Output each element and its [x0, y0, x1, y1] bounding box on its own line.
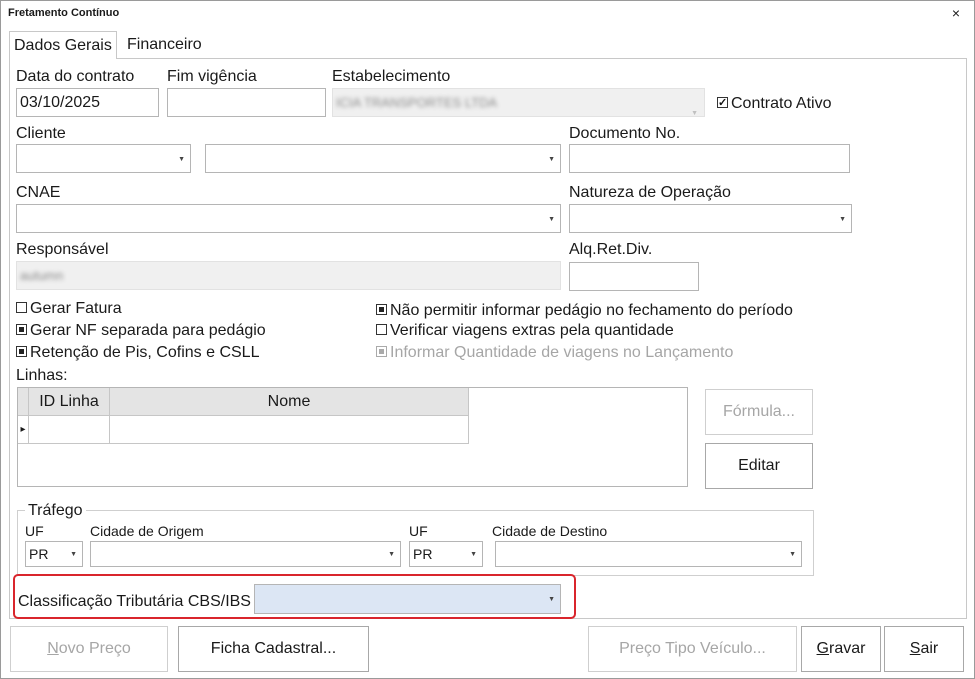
close-icon[interactable]: ×	[949, 5, 963, 21]
tab-financeiro[interactable]: Financeiro	[123, 31, 206, 59]
checkbox-unchecked-icon	[16, 302, 27, 314]
retencao-checkbox[interactable]: Retenção de Pis, Cofins e CSLL	[16, 344, 259, 362]
estabelecimento-value: ICIA TRANSPORTES LTDA	[336, 95, 498, 110]
chevron-down-icon: ▼	[178, 155, 185, 163]
table-row-id-cell[interactable]	[29, 416, 110, 444]
verificar-label: Verificar viagens extras pela quantidade	[390, 322, 674, 339]
natureza-label: Natureza de Operação	[569, 184, 731, 201]
cidade-destino-combo[interactable]: ▼	[495, 541, 802, 567]
chevron-down-icon: ▼	[691, 110, 698, 117]
checkbox-checked-icon	[16, 324, 27, 336]
natureza-combo[interactable]: ▼	[569, 204, 852, 233]
cidade-origem-label: Cidade de Origem	[90, 523, 204, 539]
chevron-down-icon: ▼	[388, 551, 395, 558]
window-title: Fretamento Contínuo	[8, 7, 120, 19]
sair-label: air	[920, 640, 939, 657]
alq-ret-div-label: Alq.Ret.Div.	[569, 241, 653, 258]
dialog-window: Fretamento Contínuo × Dados Gerais Finan…	[0, 0, 975, 679]
grid-corner	[18, 388, 29, 416]
cliente-code-combo[interactable]: ▼	[16, 144, 191, 173]
tab-dados-gerais[interactable]: Dados Gerais	[9, 31, 117, 59]
classificacao-combo[interactable]: ▼	[254, 584, 561, 614]
uf-destino-label: UF	[409, 523, 428, 539]
novo-preco-mnemonic: N	[47, 640, 59, 657]
uf-destino-combo[interactable]: PR ▼	[409, 541, 483, 567]
cidade-origem-combo[interactable]: ▼	[90, 541, 401, 567]
novo-preco-button[interactable]: Novo Preço	[10, 626, 168, 672]
fim-vigencia-label: Fim vigência	[167, 68, 257, 85]
linhas-grid[interactable]: ID Linha Nome ▸	[17, 387, 688, 487]
cnae-label: CNAE	[16, 184, 61, 201]
estabelecimento-label: Estabelecimento	[332, 68, 451, 85]
cidade-destino-label: Cidade de Destino	[492, 523, 608, 539]
checkbox-checked-icon	[16, 346, 27, 358]
chevron-down-icon: ▼	[470, 551, 477, 558]
checkbox-checked-icon	[376, 346, 387, 358]
linhas-label: Linhas:	[16, 367, 68, 384]
chevron-down-icon: ▼	[70, 551, 77, 558]
nao-permitir-checkbox[interactable]: Não permitir informar pedágio no fechame…	[376, 302, 793, 320]
chevron-down-icon: ▼	[548, 596, 555, 603]
cnae-combo[interactable]: ▼	[16, 204, 561, 233]
uf-destino-value: PR	[413, 546, 433, 562]
novo-preco-label: ovo Preço	[58, 640, 131, 657]
data-contrato-label: Data do contrato	[16, 68, 135, 85]
sair-mnemonic: S	[909, 640, 921, 657]
informar-qtd-label: Informar Quantidade de viagens no Lançam…	[390, 344, 734, 361]
grid-header-nome[interactable]: Nome	[110, 388, 469, 416]
gerar-fatura-checkbox[interactable]: Gerar Fatura	[16, 300, 122, 318]
formula-button[interactable]: Fórmula...	[705, 389, 813, 435]
contrato-ativo-label: Contrato Ativo	[731, 95, 832, 112]
responsavel-value: autumn	[20, 268, 64, 283]
row-indicator-icon: ▸	[18, 416, 29, 444]
cliente-label: Cliente	[16, 125, 66, 142]
fim-vigencia-input[interactable]	[167, 88, 326, 117]
preco-tipo-veiculo-button[interactable]: Preço Tipo Veículo...	[588, 626, 797, 672]
uf-origem-label: UF	[25, 523, 44, 539]
gerar-nf-label: Gerar NF separada para pedágio	[30, 322, 266, 339]
retencao-label: Retenção de Pis, Cofins e CSLL	[30, 344, 260, 361]
nao-permitir-label: Não permitir informar pedágio no fechame…	[390, 302, 793, 319]
data-contrato-input[interactable]: 03/10/2025	[16, 88, 159, 117]
gravar-label: ravar	[829, 640, 866, 657]
gerar-nf-checkbox[interactable]: Gerar NF separada para pedágio	[16, 322, 266, 340]
responsavel-input: autumn	[16, 261, 561, 290]
ficha-cadastral-button[interactable]: Ficha Cadastral...	[178, 626, 369, 672]
classificacao-label: Classificação Tributária CBS/IBS	[18, 593, 251, 610]
checkbox-checked-icon	[376, 304, 387, 316]
gravar-mnemonic: G	[816, 640, 829, 657]
grid-header-id-linha[interactable]: ID Linha	[29, 388, 110, 416]
sair-button[interactable]: Sair	[884, 626, 964, 672]
documento-label: Documento No.	[569, 125, 681, 142]
gerar-fatura-label: Gerar Fatura	[30, 300, 122, 317]
chevron-down-icon: ▼	[839, 215, 846, 223]
trafego-legend: Tráfego	[25, 502, 86, 520]
checkbox-unchecked-icon	[376, 324, 387, 336]
checkbox-checked-icon	[717, 94, 728, 112]
chevron-down-icon: ▼	[548, 155, 555, 163]
table-row-nome-cell[interactable]	[110, 416, 469, 444]
chevron-down-icon: ▼	[548, 215, 555, 223]
cliente-name-combo[interactable]: ▼	[205, 144, 561, 173]
alq-ret-div-input[interactable]	[569, 262, 699, 291]
verificar-checkbox[interactable]: Verificar viagens extras pela quantidade	[376, 322, 674, 340]
editar-button[interactable]: Editar	[705, 443, 813, 489]
uf-origem-combo[interactable]: PR ▼	[25, 541, 83, 567]
documento-input[interactable]	[569, 144, 850, 173]
chevron-down-icon: ▼	[789, 551, 796, 558]
uf-origem-value: PR	[29, 546, 49, 562]
contrato-ativo-checkbox[interactable]: Contrato Ativo	[717, 94, 832, 113]
gravar-button[interactable]: Gravar	[801, 626, 881, 672]
informar-qtd-checkbox: Informar Quantidade de viagens no Lançam…	[376, 344, 733, 362]
responsavel-label: Responsável	[16, 241, 109, 258]
estabelecimento-combo[interactable]: ICIA TRANSPORTES LTDA ▼	[332, 88, 705, 117]
